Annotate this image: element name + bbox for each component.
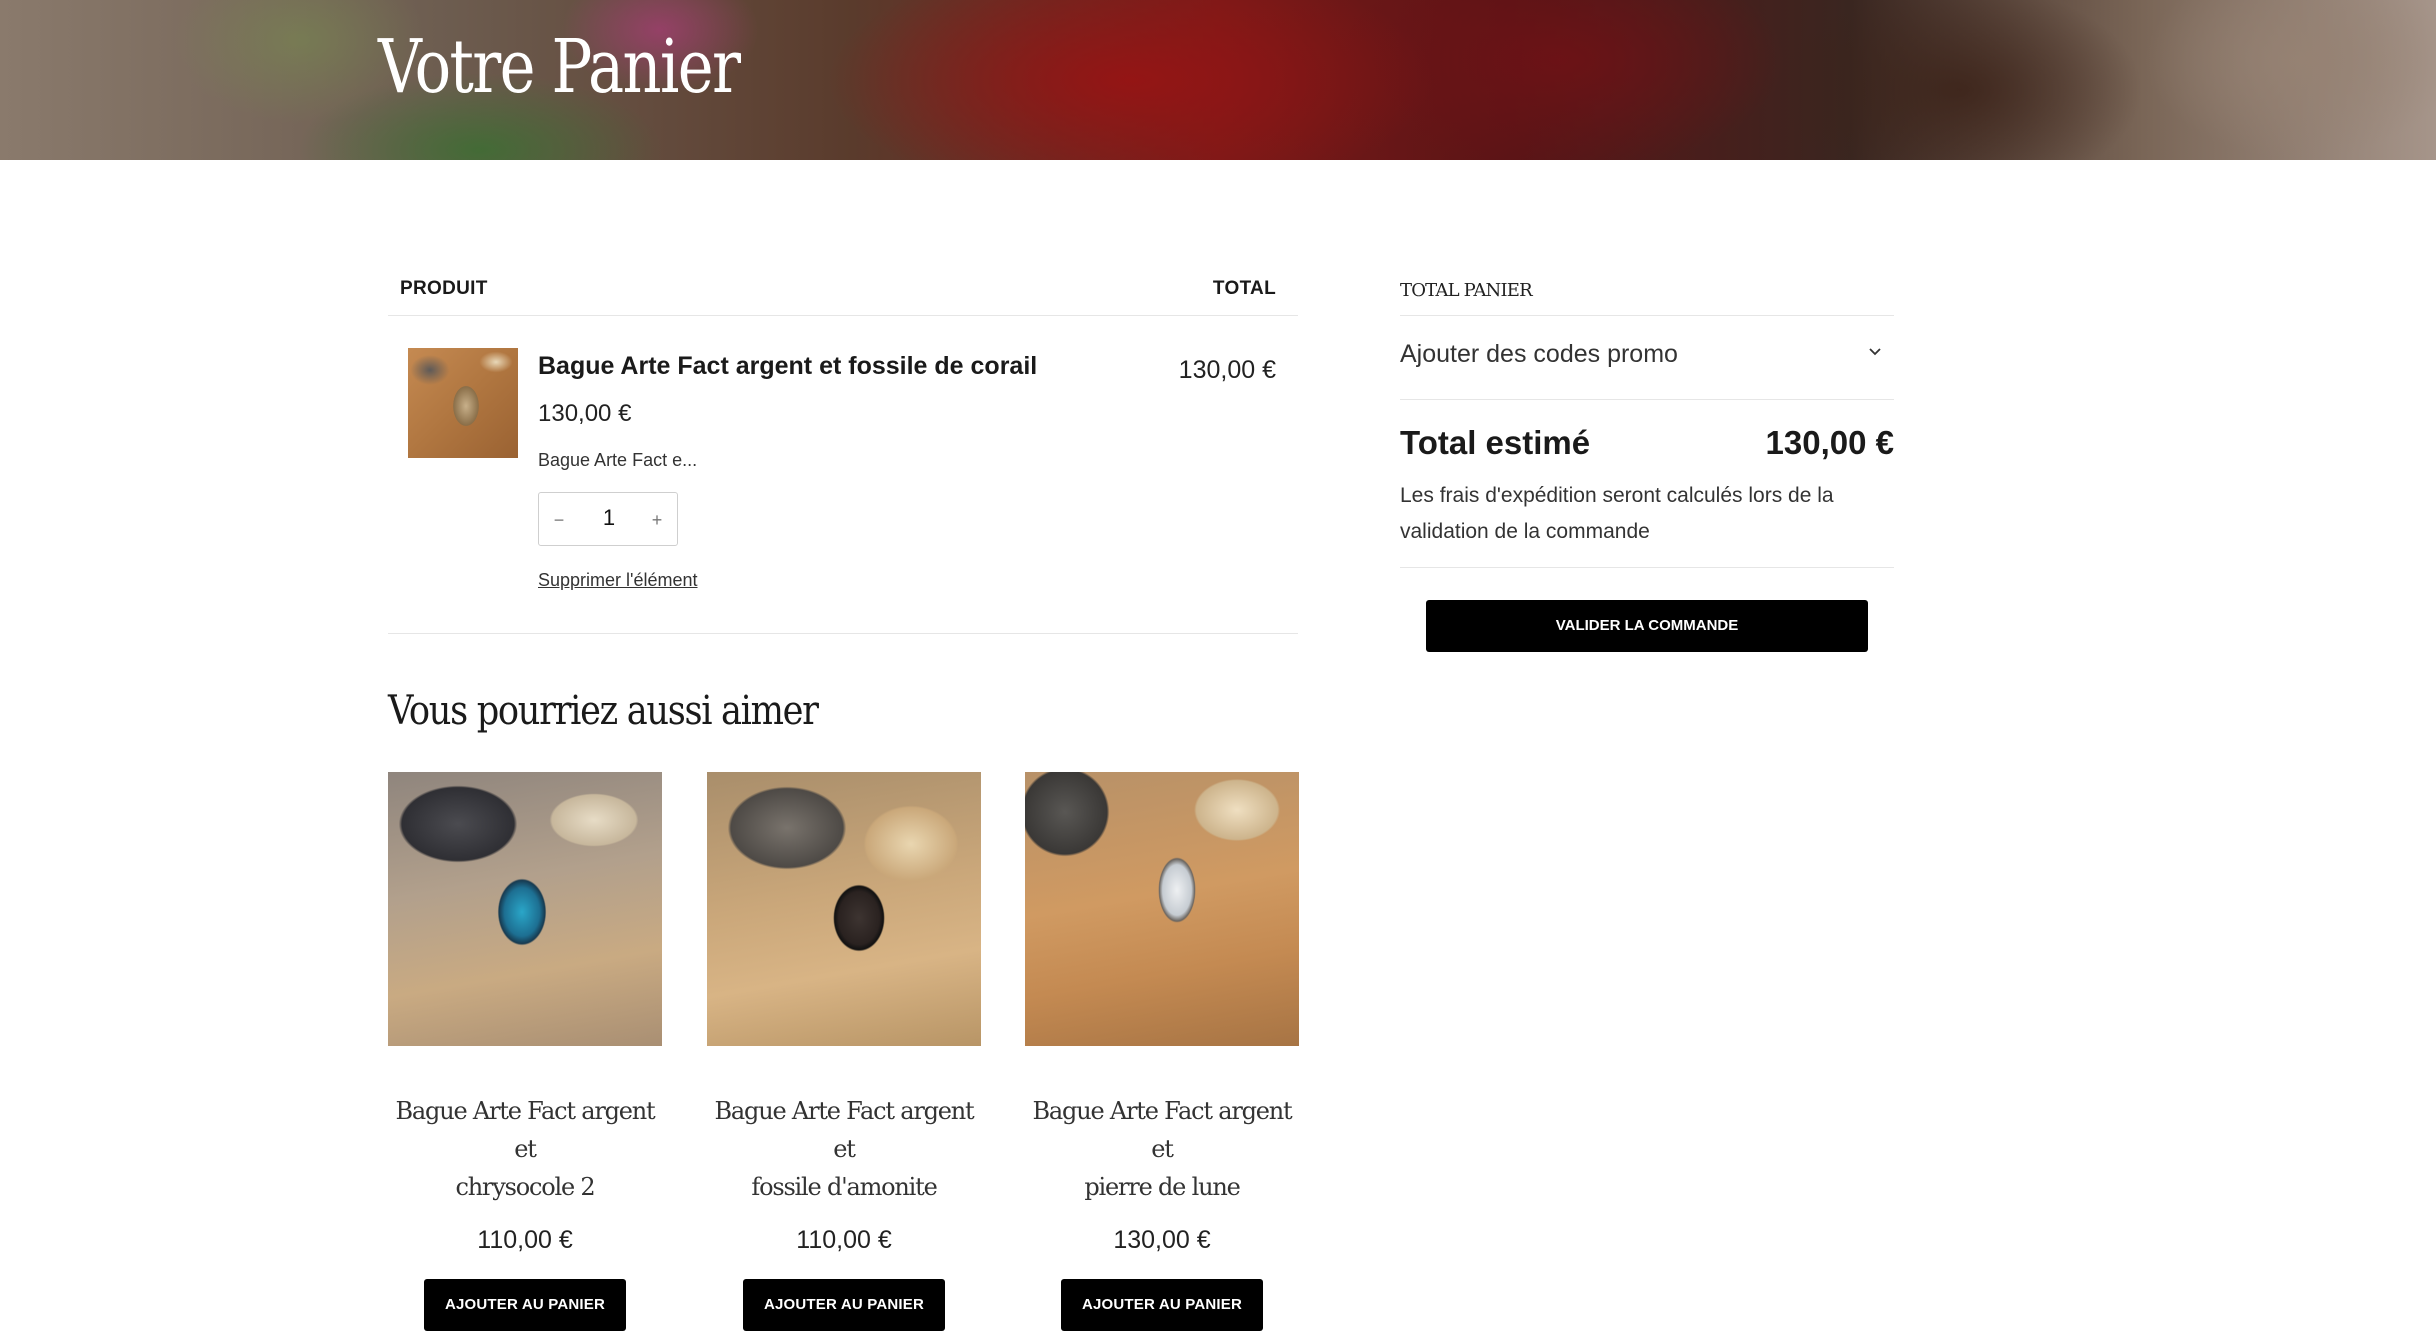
promo-code-label: Ajouter des codes promo [1400, 340, 1678, 368]
recommended-product-card: Bague Arte Fact argent et fossile d'amon… [707, 772, 981, 1331]
product-name-link[interactable]: Bague Arte Fact argent et fossile de cor… [538, 352, 1037, 381]
cart-summary: TOTAL PANIER Ajouter des codes promo Tot… [1400, 274, 1894, 652]
shipping-note: Les frais d'expédition seront calculés l… [1400, 484, 1834, 543]
checkout-button[interactable]: VALIDER LA COMMANDE [1426, 600, 1868, 652]
product-name-line: Bague Arte Fact argent et [395, 1097, 656, 1163]
product-name-link[interactable]: Bague Arte Fact argent et pierre de lune [1025, 1092, 1299, 1206]
product-name-link[interactable]: Bague Arte Fact argent et fossile d'amon… [707, 1092, 981, 1206]
product-image[interactable] [1025, 772, 1299, 1046]
product-price: 130,00 € [1113, 1226, 1211, 1254]
chevron-down-icon [1868, 344, 1882, 358]
quantity-input[interactable]: 1 [579, 505, 639, 531]
product-name-line: Bague Arte Fact argent et [714, 1097, 975, 1163]
hero-banner: Votre Panier [0, 0, 2436, 160]
cart-table-header: PRODUIT TOTAL [388, 274, 1298, 316]
quantity-stepper: − 1 + [538, 492, 678, 546]
quantity-increase-button[interactable]: + [643, 506, 671, 534]
product-name-line: pierre de lune [1084, 1173, 1240, 1201]
product-price: 110,00 € [477, 1226, 573, 1254]
product-name-line: chrysocole 2 [455, 1173, 596, 1201]
product-price: 110,00 € [796, 1226, 892, 1254]
page-title: Votre Panier [378, 24, 741, 110]
summary-heading: TOTAL PANIER [1400, 274, 1894, 316]
column-header-product: PRODUIT [400, 278, 488, 299]
line-total: 130,00 € [1178, 356, 1276, 384]
add-to-cart-button[interactable]: AJOUTER AU PANIER [424, 1279, 626, 1331]
product-image[interactable] [388, 772, 662, 1046]
product-name-line: fossile d'amonite [751, 1173, 937, 1201]
product-name-link[interactable]: Bague Arte Fact argent et chrysocole 2 [388, 1092, 662, 1206]
recommended-product-card: Bague Arte Fact argent et pierre de lune… [1025, 772, 1299, 1331]
add-to-cart-button[interactable]: AJOUTER AU PANIER [743, 1279, 945, 1331]
column-header-total: TOTAL [1212, 278, 1276, 299]
estimated-total-label: Total estimé [1400, 424, 1591, 461]
product-name-line: Bague Arte Fact argent et [1032, 1097, 1293, 1163]
product-variant: Bague Arte Fact e... [538, 450, 698, 470]
estimated-total-value: 130,00 € [1765, 424, 1894, 461]
product-unit-price: 130,00 € [538, 400, 632, 427]
estimated-total-block: Total estimé 130,00 € Les frais d'expédi… [1400, 400, 1894, 568]
cart-item-row: Bague Arte Fact argent et fossile de cor… [388, 316, 1298, 634]
add-to-cart-button[interactable]: AJOUTER AU PANIER [1061, 1279, 1263, 1331]
recommended-product-card: Bague Arte Fact argent et chrysocole 2 1… [388, 772, 662, 1331]
quantity-decrease-button[interactable]: − [545, 506, 573, 534]
product-thumbnail[interactable] [408, 348, 518, 458]
product-image[interactable] [707, 772, 981, 1046]
recommendations-title: Vous pourriez aussi aimer [388, 688, 819, 734]
remove-item-link[interactable]: Supprimer l'élément [538, 570, 698, 591]
promo-code-toggle[interactable]: Ajouter des codes promo [1400, 316, 1894, 400]
